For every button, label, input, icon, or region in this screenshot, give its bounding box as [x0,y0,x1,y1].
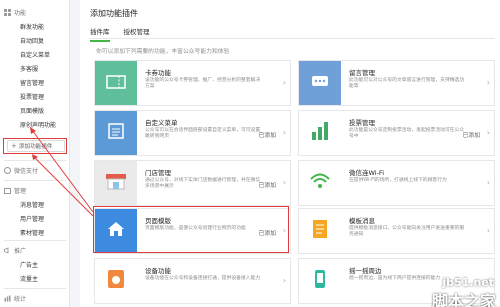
watermark-site-name: 脚本之家 [431,292,496,307]
annotation-arrows [30,127,94,217]
